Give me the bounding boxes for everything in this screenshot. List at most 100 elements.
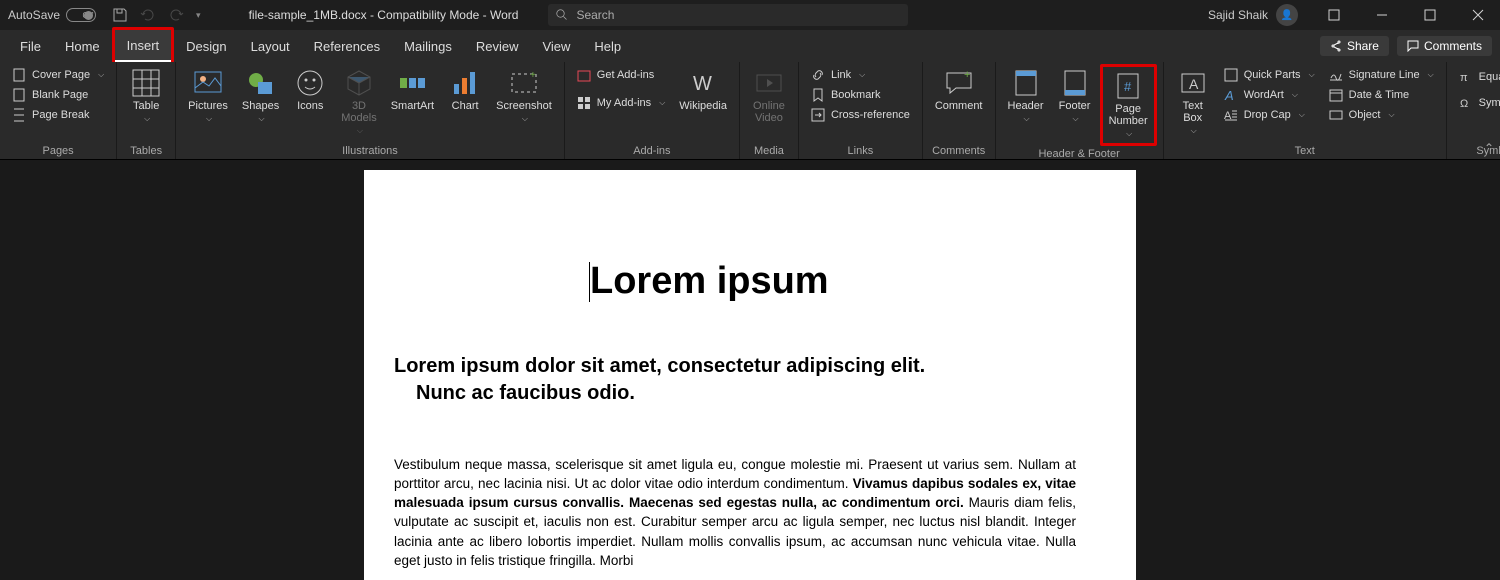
link-icon (811, 68, 825, 82)
page-number-button[interactable]: #Page Number⌵ (1103, 67, 1154, 143)
icons-icon (295, 68, 325, 98)
cross-ref-icon (811, 108, 825, 122)
svg-text:+: + (964, 69, 970, 81)
comment-icon: + (944, 68, 974, 98)
page-number-icon: # (1113, 71, 1143, 101)
tab-insert[interactable]: Insert (115, 30, 172, 62)
chart-icon (450, 68, 480, 98)
document-area[interactable]: Lorem ipsum Lorem ipsum dolor sit amet, … (0, 160, 1500, 580)
page-break-button[interactable]: Page Break (8, 106, 108, 124)
maximize-button[interactable] (1408, 0, 1452, 30)
link-button[interactable]: Link⌵ (807, 66, 914, 84)
ribbon-display-button[interactable] (1312, 0, 1356, 30)
3d-models-button[interactable]: 3D Models⌵ (335, 64, 382, 140)
date-time-button[interactable]: Date & Time (1325, 86, 1438, 104)
comment-icon (1407, 40, 1419, 52)
page[interactable]: Lorem ipsum Lorem ipsum dolor sit amet, … (364, 170, 1136, 580)
user-account[interactable]: Sajid Shaik 👤 (1198, 4, 1308, 26)
page-break-icon (12, 108, 26, 122)
header-button[interactable]: Header⌵ (1002, 64, 1050, 129)
comment-button[interactable]: +Comment (929, 64, 989, 116)
avatar-icon: 👤 (1276, 4, 1298, 26)
tab-view[interactable]: View (530, 30, 582, 62)
tab-help[interactable]: Help (582, 30, 633, 62)
group-links: Link⌵ Bookmark Cross-reference Links (799, 62, 923, 159)
tab-home[interactable]: Home (53, 30, 112, 62)
smartart-button[interactable]: SmartArt (385, 64, 440, 116)
document-subtitle[interactable]: Lorem ipsum dolor sit amet, consectetur … (394, 353, 1076, 407)
document-title[interactable]: Lorem ipsum (590, 260, 1106, 303)
page-icon (12, 88, 26, 102)
minimize-button[interactable] (1360, 0, 1404, 30)
screenshot-button[interactable]: +Screenshot⌵ (490, 64, 558, 129)
save-icon[interactable] (112, 7, 128, 23)
search-placeholder: Search (576, 8, 614, 22)
footer-button[interactable]: Footer⌵ (1052, 64, 1098, 129)
quick-access-toolbar: ▾ (104, 7, 209, 23)
collapse-ribbon-icon[interactable]: ⌃ (1484, 141, 1494, 155)
share-button[interactable]: Share (1320, 36, 1389, 56)
pictures-button[interactable]: Pictures⌵ (182, 64, 234, 129)
table-icon (131, 68, 161, 98)
equation-icon: π (1459, 70, 1473, 84)
screenshot-icon: + (509, 68, 539, 98)
document-body[interactable]: Vestibulum neque massa, scelerisque sit … (394, 455, 1076, 570)
shapes-icon (246, 68, 276, 98)
autosave-toggle[interactable]: Off (66, 8, 96, 22)
wordart-icon: A (1224, 88, 1238, 102)
autosave-toggle-group[interactable]: AutoSave Off (0, 8, 104, 22)
quick-parts-button[interactable]: Quick Parts⌵ (1220, 66, 1319, 84)
footer-icon (1060, 68, 1090, 98)
video-icon (754, 68, 784, 98)
ribbon-tabs: File Home Insert Design Layout Reference… (0, 30, 1500, 62)
shapes-button[interactable]: Shapes⌵ (236, 64, 285, 129)
text-box-icon: A (1178, 68, 1208, 98)
cross-reference-button[interactable]: Cross-reference (807, 106, 914, 124)
table-button[interactable]: Table⌵ (123, 64, 169, 129)
qat-dropdown-icon[interactable]: ▾ (196, 10, 201, 21)
page-icon (12, 68, 26, 82)
tab-review[interactable]: Review (464, 30, 531, 62)
chart-button[interactable]: Chart (442, 64, 488, 116)
wordart-button[interactable]: AWordArt⌵ (1220, 86, 1319, 104)
group-pages: Cover Page⌵ Blank Page Page Break Pages (0, 62, 117, 159)
group-text: AText Box⌵ Quick Parts⌵ AWordArt⌵ ADrop … (1164, 62, 1447, 159)
addins-icon (577, 96, 591, 110)
online-video-button[interactable]: Online Video (746, 64, 792, 128)
ribbon-insert: Cover Page⌵ Blank Page Page Break Pages … (0, 62, 1500, 160)
search-icon (556, 9, 568, 21)
object-button[interactable]: Object⌵ (1325, 106, 1438, 124)
text-box-button[interactable]: AText Box⌵ (1170, 64, 1216, 140)
tab-file[interactable]: File (8, 30, 53, 62)
cover-page-button[interactable]: Cover Page⌵ (8, 66, 108, 84)
wikipedia-button[interactable]: WWikipedia (673, 64, 733, 116)
blank-page-button[interactable]: Blank Page (8, 86, 108, 104)
comments-button[interactable]: Comments (1397, 36, 1492, 56)
titlebar: AutoSave Off ▾ file-sample_1MB.docx - Co… (0, 0, 1500, 30)
pictures-icon (193, 68, 223, 98)
search-box[interactable]: Search (548, 4, 908, 26)
tab-design[interactable]: Design (174, 30, 238, 62)
my-addins-button[interactable]: My Add-ins⌵ (573, 94, 670, 112)
undo-icon[interactable] (140, 7, 156, 23)
redo-icon[interactable] (168, 7, 184, 23)
tab-layout[interactable]: Layout (239, 30, 302, 62)
object-icon (1329, 108, 1343, 122)
highlight-insert-tab: Insert (112, 27, 175, 65)
bookmark-button[interactable]: Bookmark (807, 86, 914, 104)
symbol-button[interactable]: ΩSymbol⌵ (1455, 94, 1500, 112)
signature-line-button[interactable]: Signature Line⌵ (1325, 66, 1438, 84)
drop-cap-button[interactable]: ADrop Cap⌵ (1220, 106, 1319, 124)
close-button[interactable] (1456, 0, 1500, 30)
window-title: file-sample_1MB.docx - Compatibility Mod… (249, 8, 519, 22)
svg-text:A: A (1224, 88, 1234, 102)
equation-button[interactable]: πEquation⌵ (1455, 68, 1500, 86)
get-addins-button[interactable]: Get Add-ins (573, 66, 670, 84)
highlight-page-number: #Page Number⌵ (1100, 64, 1157, 146)
tab-mailings[interactable]: Mailings (392, 30, 464, 62)
tab-references[interactable]: References (302, 30, 392, 62)
svg-text:W: W (693, 73, 712, 95)
group-tables: Table⌵ Tables (117, 62, 176, 159)
icons-button[interactable]: Icons (287, 64, 333, 116)
date-icon (1329, 88, 1343, 102)
